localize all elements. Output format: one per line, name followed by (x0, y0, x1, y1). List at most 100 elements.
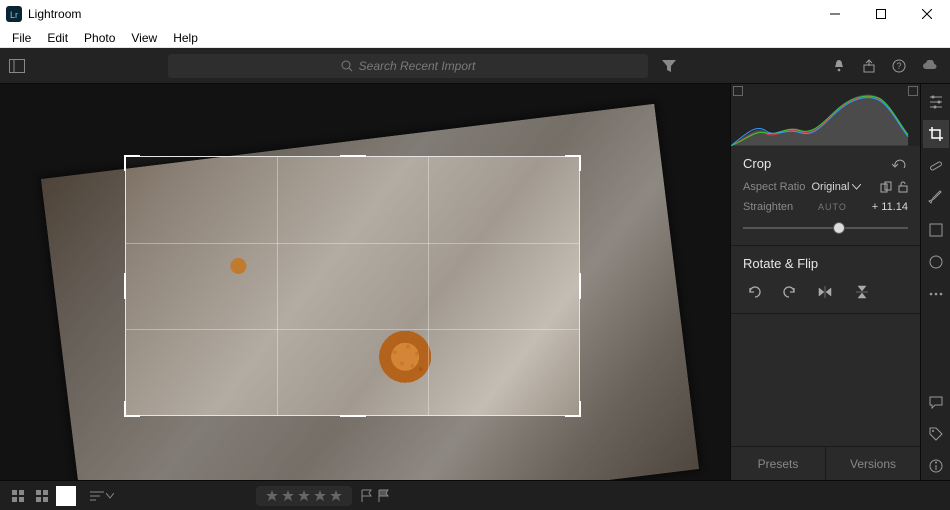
grid-small-view-button[interactable] (8, 486, 28, 506)
straighten-value[interactable]: + 11.14 (872, 201, 908, 213)
svg-text:Lr: Lr (10, 10, 18, 20)
reset-icon[interactable] (892, 158, 908, 170)
menu-file[interactable]: File (4, 31, 39, 45)
crop-handle-br[interactable] (565, 401, 581, 417)
flip-vertical-icon (855, 284, 869, 300)
flip-horizontal-icon (818, 285, 834, 299)
healing-tool[interactable] (923, 152, 949, 180)
rotate-cw-button[interactable] (779, 281, 801, 303)
tag-icon (929, 427, 943, 441)
rating-stars[interactable] (256, 486, 352, 506)
linear-gradient-tool[interactable] (923, 216, 949, 244)
crop-title: Crop (743, 156, 771, 171)
app-icon: Lr (6, 6, 22, 22)
grid-large-view-button[interactable] (32, 486, 52, 506)
grid-large-icon (36, 490, 48, 502)
headerbar: Search Recent Import ? (0, 48, 950, 84)
chevron-down-icon (106, 493, 114, 499)
aspect-ratio-value[interactable]: Original (812, 181, 850, 193)
straighten-auto-button[interactable]: AUTO (818, 202, 847, 212)
star-icon[interactable] (314, 490, 326, 502)
rotate-flip-title: Rotate & Flip (743, 256, 818, 271)
aspect-ratio-label: Aspect Ratio (743, 181, 805, 193)
star-icon[interactable] (266, 490, 278, 502)
comment-icon (929, 396, 943, 409)
notifications-button[interactable] (824, 48, 854, 84)
crop-handle-tr[interactable] (565, 155, 581, 171)
straighten-label: Straighten (743, 201, 793, 213)
panel-tabs: Presets Versions (731, 446, 920, 480)
menubar: File Edit Photo View Help (0, 28, 950, 48)
sort-button[interactable] (90, 491, 114, 501)
star-icon[interactable] (330, 490, 342, 502)
footer (0, 480, 950, 510)
tab-presets[interactable]: Presets (731, 447, 825, 480)
radial-gradient-tool[interactable] (923, 248, 949, 276)
slider-knob[interactable] (833, 222, 845, 234)
crop-tool[interactable] (923, 120, 949, 148)
cloud-icon (921, 60, 937, 72)
flip-vertical-button[interactable] (851, 281, 873, 303)
sort-icon (90, 491, 104, 501)
search-icon (341, 60, 353, 72)
help-button[interactable]: ? (884, 48, 914, 84)
chevron-down-icon[interactable] (852, 184, 861, 190)
grid-small-icon (12, 490, 24, 502)
rotate-cw-icon (782, 284, 798, 300)
tab-versions[interactable]: Versions (825, 447, 920, 480)
info-tool[interactable] (923, 452, 949, 480)
edit-tool[interactable] (923, 88, 949, 116)
crop-section: Crop Aspect Ratio Original Straighten AU… (731, 146, 920, 246)
lock-icon[interactable] (898, 181, 908, 193)
menu-edit[interactable]: Edit (39, 31, 76, 45)
rotate-ccw-button[interactable] (743, 281, 765, 303)
crop-handle-tl[interactable] (124, 155, 140, 171)
sliders-icon (928, 94, 944, 110)
bell-icon (832, 59, 846, 73)
square-icon (929, 223, 943, 237)
more-tool[interactable] (923, 280, 949, 308)
app-title: Lightroom (28, 7, 81, 21)
histogram[interactable] (731, 84, 920, 146)
orientation-icon[interactable] (880, 181, 892, 193)
help-icon: ? (892, 59, 906, 73)
brush-icon (928, 190, 944, 206)
share-icon (862, 59, 876, 73)
search-placeholder: Search Recent Import (359, 59, 476, 73)
brush-tool[interactable] (923, 184, 949, 212)
flag-reject-icon[interactable] (377, 489, 390, 503)
window-titlebar: Lr Lightroom (0, 0, 950, 28)
comment-tool[interactable] (923, 388, 949, 416)
crop-handle-b[interactable] (340, 411, 366, 417)
menu-photo[interactable]: Photo (76, 31, 123, 45)
panel-toggle-button[interactable] (0, 59, 34, 73)
share-button[interactable] (854, 48, 884, 84)
crop-handle-bl[interactable] (124, 401, 140, 417)
crop-handle-t[interactable] (340, 155, 366, 161)
menu-view[interactable]: View (123, 31, 165, 45)
search-input[interactable]: Search Recent Import (168, 54, 648, 78)
window-minimize-button[interactable] (812, 0, 858, 28)
crop-handle-r[interactable] (575, 273, 581, 299)
image-canvas[interactable] (0, 84, 730, 480)
filter-button[interactable] (648, 60, 690, 72)
single-view-button[interactable] (56, 486, 76, 506)
window-close-button[interactable] (904, 0, 950, 28)
menu-help[interactable]: Help (165, 31, 206, 45)
cloud-sync-button[interactable] (914, 48, 944, 84)
flag-pick-icon[interactable] (360, 489, 373, 503)
tag-tool[interactable] (923, 420, 949, 448)
bandage-icon (928, 158, 944, 174)
rotate-ccw-icon (746, 284, 762, 300)
svg-text:?: ? (896, 61, 901, 71)
crop-handle-l[interactable] (124, 273, 130, 299)
window-maximize-button[interactable] (858, 0, 904, 28)
star-icon[interactable] (282, 490, 294, 502)
straighten-slider[interactable] (743, 221, 908, 235)
star-icon[interactable] (298, 490, 310, 502)
rotate-flip-section: Rotate & Flip (731, 246, 920, 314)
crop-rectangle[interactable] (125, 156, 580, 416)
info-icon (929, 459, 943, 473)
flip-horizontal-button[interactable] (815, 281, 837, 303)
crop-icon (928, 126, 944, 142)
